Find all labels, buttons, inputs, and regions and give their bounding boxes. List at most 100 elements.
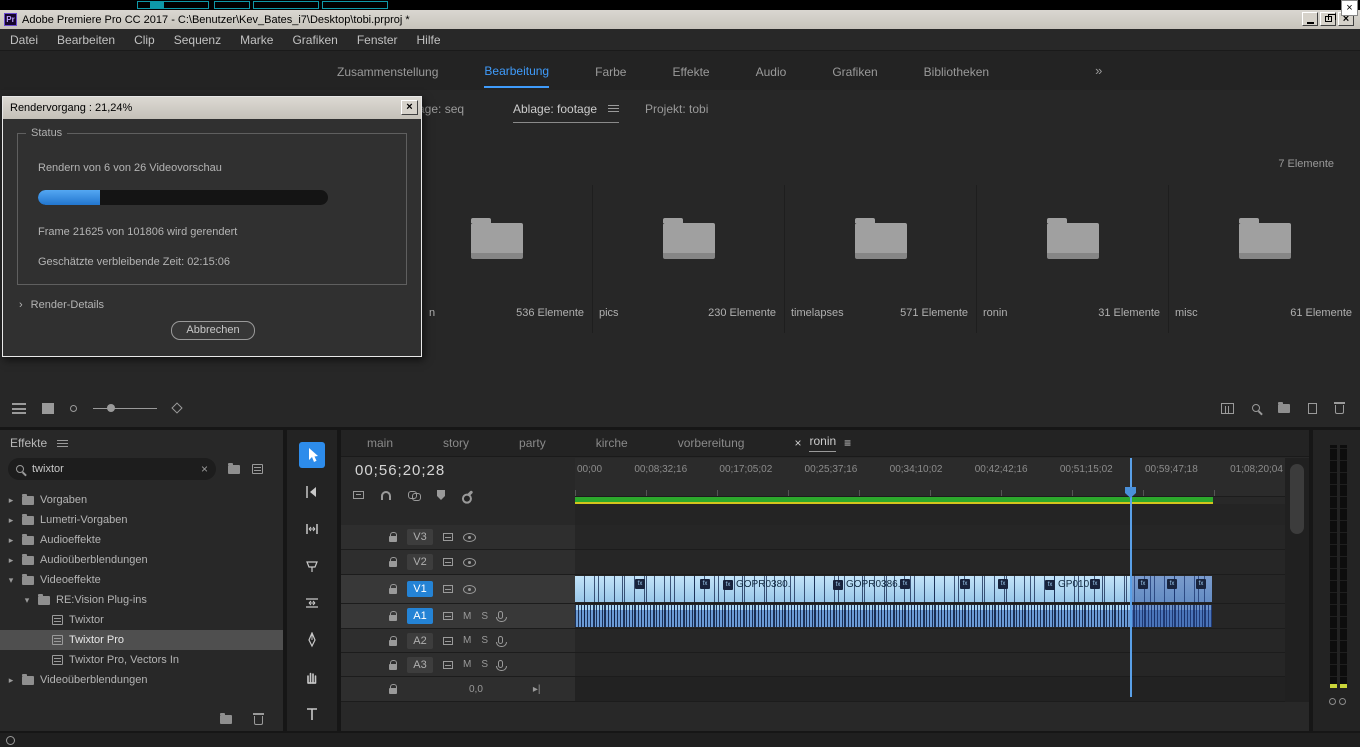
menu-fenster[interactable]: Fenster bbox=[355, 31, 400, 49]
tree-item-twixtor-pro[interactable]: Twixtor Pro bbox=[0, 630, 283, 650]
track-label-v2[interactable]: V2 bbox=[407, 554, 433, 570]
sequence-tab-kirche[interactable]: kirche bbox=[596, 436, 628, 450]
new-bin-icon[interactable] bbox=[1278, 404, 1290, 413]
track-header-a2[interactable]: A2 M S bbox=[341, 629, 575, 653]
track-content-v1[interactable]: fx fx fx fx fx fx fx fx fx fxGOPR0380. f… bbox=[575, 575, 1285, 604]
type-tool[interactable] bbox=[299, 701, 325, 727]
panel-menu-icon[interactable]: ≡ bbox=[844, 436, 851, 450]
tab-ablage-footage[interactable]: Ablage: footage bbox=[513, 102, 619, 123]
tab-ablage-seq[interactable]: age: seq bbox=[418, 102, 464, 116]
folder-item[interactable]: timelapses571 Elemente bbox=[784, 185, 976, 333]
slip-tool[interactable] bbox=[299, 590, 325, 616]
current-timecode[interactable]: 00;56;20;28 bbox=[355, 462, 445, 479]
menu-datei[interactable]: Datei bbox=[8, 31, 40, 49]
zoom-out-icon[interactable] bbox=[70, 405, 77, 412]
workspace-effekte[interactable]: Effekte bbox=[672, 55, 709, 87]
sync-lock-icon[interactable] bbox=[443, 661, 453, 669]
track-content-a1[interactable] bbox=[575, 604, 1285, 629]
find-icon[interactable] bbox=[1252, 404, 1260, 412]
nest-sequence-icon[interactable] bbox=[353, 491, 364, 499]
menu-marke[interactable]: Marke bbox=[238, 31, 275, 49]
track-label-a1[interactable]: A1 bbox=[407, 608, 433, 624]
track-content-a3[interactable] bbox=[575, 653, 1285, 677]
track-visibility-icon[interactable] bbox=[463, 558, 476, 567]
sequence-tab-party[interactable]: party bbox=[519, 436, 546, 450]
effects-search-input[interactable]: twixtor × bbox=[8, 458, 216, 480]
solo-button[interactable]: S bbox=[481, 635, 488, 646]
sync-lock-icon[interactable] bbox=[443, 558, 453, 566]
track-select-tool[interactable] bbox=[299, 479, 325, 505]
shuttle-icon[interactable] bbox=[171, 402, 182, 413]
mute-button[interactable]: M bbox=[463, 659, 471, 670]
mute-button[interactable]: M bbox=[463, 611, 471, 622]
track-label-v1[interactable]: V1 bbox=[407, 581, 433, 597]
render-details-toggle[interactable]: › Render-Details bbox=[19, 299, 104, 311]
razor-tool[interactable] bbox=[299, 553, 325, 579]
track-label-v3[interactable]: V3 bbox=[407, 529, 433, 545]
audio-clips[interactable] bbox=[575, 605, 1212, 627]
track-header-master[interactable]: 0,0 ▸| bbox=[341, 677, 575, 702]
restore-button[interactable] bbox=[1320, 12, 1336, 26]
delete-icon[interactable] bbox=[254, 716, 263, 725]
selection-tool[interactable] bbox=[299, 442, 325, 468]
track-label-a2[interactable]: A2 bbox=[407, 633, 433, 649]
twirl-icon[interactable]: ▸ bbox=[6, 675, 16, 686]
track-content-v3[interactable] bbox=[575, 525, 1285, 550]
dialog-close-button[interactable]: × bbox=[401, 100, 418, 115]
twirl-icon[interactable]: ▸ bbox=[6, 495, 16, 506]
sequence-tab-vorbereitung[interactable]: vorbereitung bbox=[678, 436, 745, 450]
folder-item[interactable]: pics230 Elemente bbox=[592, 185, 784, 333]
twirl-icon[interactable]: ▸ bbox=[6, 535, 16, 546]
mute-toggle-right[interactable] bbox=[1339, 698, 1346, 705]
track-header-a3[interactable]: A3 M S bbox=[341, 653, 575, 677]
workspace-bibliotheken[interactable]: Bibliotheken bbox=[924, 55, 989, 87]
snap-icon[interactable] bbox=[381, 491, 391, 500]
track-header-v1[interactable]: V1 bbox=[341, 575, 575, 604]
lock-icon[interactable] bbox=[389, 615, 397, 621]
menu-clip[interactable]: Clip bbox=[132, 31, 157, 49]
solo-button[interactable]: S bbox=[481, 611, 488, 622]
mute-toggle-left[interactable] bbox=[1329, 698, 1336, 705]
thumbnail-zoom-slider[interactable] bbox=[93, 408, 157, 409]
master-gain-value[interactable]: 0,0 bbox=[469, 684, 483, 695]
tree-item-twixtor-pro-vectors-in[interactable]: Twixtor Pro, Vectors In bbox=[0, 650, 283, 670]
lock-icon[interactable] bbox=[389, 640, 397, 646]
panel-menu-icon[interactable] bbox=[608, 105, 619, 112]
sync-lock-icon[interactable] bbox=[443, 533, 453, 541]
menu-bearbeiten[interactable]: Bearbeiten bbox=[55, 31, 117, 49]
track-content-v2[interactable] bbox=[575, 550, 1285, 575]
menu-sequenz[interactable]: Sequenz bbox=[172, 31, 223, 49]
new-custom-bin-icon[interactable] bbox=[228, 465, 240, 474]
track-visibility-icon[interactable] bbox=[463, 585, 476, 594]
linked-selection-icon[interactable] bbox=[408, 491, 420, 499]
tab-close-icon[interactable]: × bbox=[794, 436, 801, 450]
track-header-a1[interactable]: A1 M S bbox=[341, 604, 575, 629]
timeline-vertical-scrollbar[interactable] bbox=[1285, 458, 1309, 702]
sequence-tab-main[interactable]: main bbox=[367, 436, 393, 450]
dialog-titlebar[interactable]: Rendervorgang : 21,24% × bbox=[3, 97, 421, 119]
track-header-v2[interactable]: V2 bbox=[341, 550, 575, 575]
new-item-icon[interactable] bbox=[1308, 403, 1317, 414]
delete-icon[interactable] bbox=[1335, 405, 1344, 414]
lock-icon[interactable] bbox=[389, 688, 397, 694]
tree-item-twixtor[interactable]: Twixtor bbox=[0, 610, 283, 630]
time-ruler[interactable]: 00;00 00;08;32;16 00;17;05;02 00;25;37;1… bbox=[575, 458, 1285, 497]
tab-projekt-tobi[interactable]: Projekt: tobi bbox=[645, 102, 708, 116]
icon-view-icon[interactable] bbox=[42, 403, 54, 414]
automate-to-sequence-icon[interactable] bbox=[1221, 403, 1234, 414]
minimize-button[interactable] bbox=[1302, 12, 1318, 26]
tree-item-vorgaben[interactable]: ▸Vorgaben bbox=[0, 490, 283, 510]
solo-button[interactable]: S bbox=[481, 659, 488, 670]
voiceover-record-icon[interactable] bbox=[498, 611, 503, 619]
tree-item-revision-plugins[interactable]: ▾RE:Vision Plug-ins bbox=[0, 590, 283, 610]
keyframe-nav-icon[interactable]: ▸| bbox=[533, 684, 541, 695]
sync-lock-icon[interactable] bbox=[443, 612, 453, 620]
twirl-icon[interactable]: ▸ bbox=[6, 555, 16, 566]
workspace-farbe[interactable]: Farbe bbox=[595, 55, 626, 87]
track-label-a3[interactable]: A3 bbox=[407, 657, 433, 673]
folder-item[interactable]: ronin31 Elemente bbox=[976, 185, 1168, 333]
tree-item-audioeffekte[interactable]: ▸Audioeffekte bbox=[0, 530, 283, 550]
scrollbar-thumb[interactable] bbox=[1290, 464, 1304, 534]
workspace-grafiken[interactable]: Grafiken bbox=[832, 55, 877, 87]
track-visibility-icon[interactable] bbox=[463, 533, 476, 542]
